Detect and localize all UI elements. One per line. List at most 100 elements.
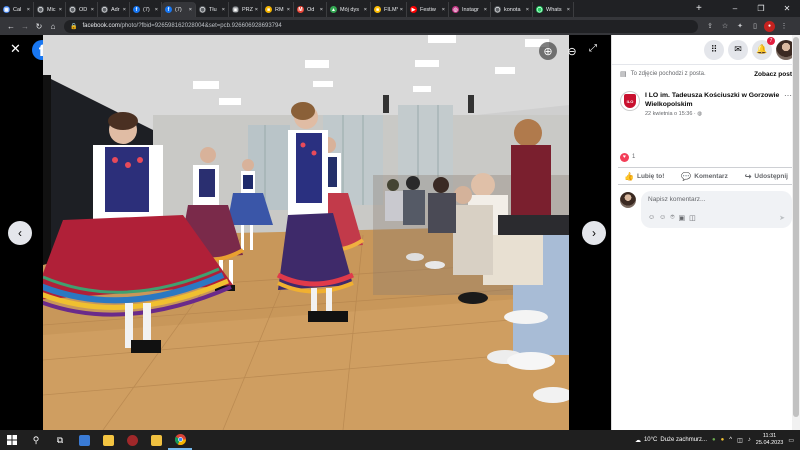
- close-tab-icon[interactable]: ×: [362, 7, 367, 13]
- mail-app-icon[interactable]: [144, 430, 168, 450]
- messenger-icon[interactable]: ✉: [728, 39, 748, 60]
- close-window-icon[interactable]: ✕: [774, 4, 800, 13]
- next-photo-button[interactable]: ›: [582, 221, 606, 245]
- tab-label: Whats: [546, 6, 562, 13]
- close-viewer-icon[interactable]: ✕: [10, 41, 21, 57]
- menu-grid-icon[interactable]: ⠿: [704, 39, 724, 60]
- browser-tab[interactable]: ◯ Mic ×: [34, 2, 66, 17]
- browser-tab[interactable]: ▶ Festiw ×: [407, 2, 449, 17]
- bookmark-star-icon[interactable]: ☆: [719, 22, 731, 30]
- browser-tab[interactable]: M Od ×: [294, 2, 327, 17]
- browser-tab[interactable]: f (7) ×: [162, 2, 196, 17]
- page-scrollbar[interactable]: [792, 35, 800, 430]
- network-icon[interactable]: ◫: [737, 437, 743, 444]
- close-tab-icon[interactable]: ×: [121, 7, 126, 13]
- avatar-sticker-icon[interactable]: ☺: [648, 214, 655, 222]
- comment-button[interactable]: 💬 Komentarz: [681, 172, 728, 181]
- zoom-out-icon[interactable]: ⊖: [563, 42, 581, 60]
- browser-tab[interactable]: ◯ Whats ×: [533, 2, 574, 17]
- close-tab-icon[interactable]: ×: [565, 7, 570, 13]
- browser-tab[interactable]: ■ RM ×: [262, 2, 294, 17]
- post-date-text[interactable]: 22 kwietnia o 15:36 ·: [645, 111, 696, 117]
- emoji-icon[interactable]: ☺: [659, 214, 666, 222]
- close-tab-icon[interactable]: ×: [153, 7, 158, 13]
- address-bar[interactable]: 🔒 facebook.com /photo/?fbid=926598162028…: [64, 19, 698, 33]
- store-app-icon[interactable]: [72, 430, 96, 450]
- gif-icon[interactable]: ▣: [679, 214, 686, 222]
- close-tab-icon[interactable]: ×: [253, 7, 258, 13]
- show-hidden-icons-icon[interactable]: ^: [729, 437, 732, 443]
- close-tab-icon[interactable]: ×: [89, 7, 94, 13]
- share-button[interactable]: ↪ Udostępnij: [745, 172, 788, 181]
- minimize-icon[interactable]: –: [722, 4, 748, 13]
- camera-icon[interactable]: ⌾: [670, 214, 674, 222]
- tab-label: Mic: [47, 6, 56, 13]
- browser-tab[interactable]: f (7) ×: [130, 2, 162, 17]
- search-icon[interactable]: ⚲: [24, 430, 48, 450]
- lock-icon[interactable]: 🔒: [70, 23, 77, 30]
- forward-icon[interactable]: →: [18, 22, 32, 31]
- browser-tab[interactable]: ◯ OD ×: [66, 2, 98, 17]
- windows-taskbar: ⚲ ⧉ ☁ 10°C Duże zachmurz... ● ● ^ ◫ ♪ 11…: [0, 430, 800, 450]
- more-options-icon[interactable]: ⋯: [784, 91, 792, 117]
- post-actions: 👍 Lubię to! 💬 Komentarz ↪ Udostępnij: [618, 167, 794, 185]
- menu-kebab-icon[interactable]: ⋮: [778, 22, 790, 30]
- browser-tab[interactable]: ◯ Adr ×: [98, 2, 130, 17]
- extensions-puzzle-icon[interactable]: ✦: [734, 22, 746, 30]
- weather-widget[interactable]: ☁ 10°C Duże zachmurz...: [635, 437, 707, 444]
- zoom-in-icon[interactable]: ⊕: [539, 42, 557, 60]
- fullscreen-icon[interactable]: ⤢: [589, 43, 597, 54]
- browser-tab[interactable]: ▲ Mój dys ×: [327, 2, 371, 17]
- tab-favicon-icon: ◯: [69, 6, 76, 13]
- restore-icon[interactable]: ❐: [748, 4, 774, 13]
- tray-app-icon[interactable]: ●: [712, 437, 716, 443]
- see-post-link[interactable]: Zobacz post: [754, 71, 792, 78]
- post-source-text: To zdjęcie pochodzi z posta.: [630, 71, 706, 77]
- windows-start-icon[interactable]: [0, 430, 24, 450]
- like-button[interactable]: 👍 Lubię to!: [624, 172, 664, 181]
- browser-tab[interactable]: ◯ Tłu ×: [196, 2, 229, 17]
- close-tab-icon[interactable]: ×: [57, 7, 62, 13]
- profile-avatar[interactable]: ●: [764, 20, 775, 32]
- close-tab-icon[interactable]: ×: [524, 7, 529, 13]
- home-icon[interactable]: ⌂: [46, 22, 60, 31]
- browser-tab[interactable]: ◯ konota ×: [491, 2, 533, 17]
- comment-input[interactable]: Napisz komentarz... ☺ ☺ ⌾ ▣ ◫ ➤: [641, 191, 792, 228]
- page-logo[interactable]: ILO: [620, 91, 640, 111]
- close-tab-icon[interactable]: ×: [440, 7, 445, 13]
- close-tab-icon[interactable]: ×: [398, 7, 403, 13]
- new-tab-button[interactable]: +: [690, 1, 708, 16]
- author-name[interactable]: I LO im. Tadeusza Kościuszki w Gorzowie …: [645, 91, 780, 109]
- browser-tab[interactable]: ▦ Cal ×: [0, 2, 34, 17]
- reactions-summary[interactable]: ♥ 1: [612, 151, 800, 163]
- previous-photo-button[interactable]: ‹: [8, 221, 32, 245]
- volume-icon[interactable]: ♪: [748, 437, 751, 443]
- browser-tab[interactable]: ▣ PRZ ×: [229, 2, 262, 17]
- share-page-icon[interactable]: ⇪: [704, 22, 716, 30]
- scrollbar-thumb[interactable]: [793, 37, 799, 417]
- close-tab-icon[interactable]: ×: [187, 7, 192, 13]
- close-tab-icon[interactable]: ×: [220, 7, 225, 13]
- file-explorer-icon[interactable]: [96, 430, 120, 450]
- close-tab-icon[interactable]: ×: [318, 7, 323, 13]
- chrome-taskbar-icon[interactable]: [168, 430, 192, 450]
- browser-tab[interactable]: ◎ Instagr ×: [449, 2, 491, 17]
- browser-tab[interactable]: ■FILMY×: [371, 2, 407, 17]
- back-icon[interactable]: ←: [4, 22, 18, 31]
- task-view-icon[interactable]: ⧉: [48, 430, 72, 450]
- notification-center-icon[interactable]: ▭: [788, 437, 794, 444]
- close-tab-icon[interactable]: ×: [482, 7, 487, 13]
- side-panel-icon[interactable]: ▯: [749, 22, 761, 30]
- comment-placeholder: Napisz komentarz...: [648, 196, 706, 203]
- tab-favicon-icon: ◯: [37, 6, 44, 13]
- tab-label: (7): [175, 6, 182, 13]
- clock[interactable]: 11:31 25.04.2023: [756, 433, 784, 447]
- sticker-icon[interactable]: ◫: [689, 214, 696, 222]
- send-icon[interactable]: ➤: [779, 214, 785, 222]
- close-tab-icon[interactable]: ×: [25, 7, 30, 13]
- notifications-bell-icon[interactable]: 🔔 7: [752, 36, 775, 60]
- app-red-icon[interactable]: [120, 430, 144, 450]
- close-tab-icon[interactable]: ×: [285, 7, 290, 13]
- tray-app-icon-2[interactable]: ●: [721, 437, 725, 443]
- reload-icon[interactable]: ↻: [32, 22, 46, 31]
